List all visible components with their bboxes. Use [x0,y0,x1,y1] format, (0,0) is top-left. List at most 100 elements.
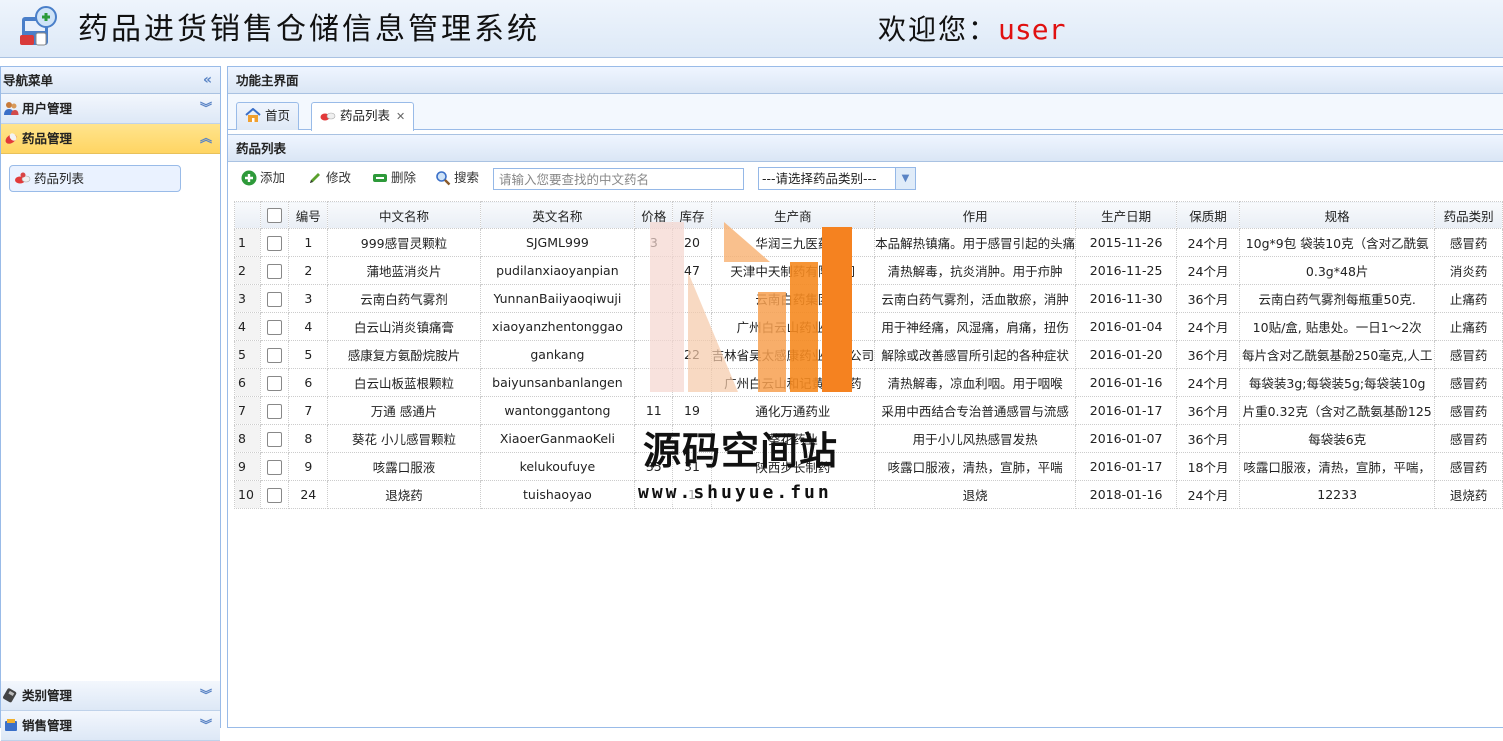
column-header[interactable]: 药品类别 [1434,201,1503,229]
row-select-cell[interactable] [260,368,290,397]
table-cell: YunnanBaiiyaoqiwuji [479,284,636,313]
column-header[interactable]: 规格 [1238,201,1436,229]
expand-chevron-icon[interactable]: ︾ [200,94,212,123]
row-select-cell[interactable] [260,284,290,313]
column-header[interactable]: 库存 [672,201,712,229]
table-row[interactable]: 1 1 999感冒灵颗粒 SJGML999 3 20 华润三九医药 本品解热镇痛。用于感冒引起… [233,228,1503,257]
table-row[interactable]: 6 6 白云山板蓝根颗粒 baiyunsanbanlangen 广州白云山和记黄埔中药清… [233,368,1503,397]
search-input[interactable] [493,168,744,190]
table-cell: 36个月 [1176,396,1240,425]
table-cell: 0.3g*48片 [1238,256,1436,285]
row-checkbox[interactable] [267,403,283,419]
table-row[interactable]: 5 5 感康复方氨酚烷胺片 gankang 22 吉林省吴太感康药业有限公司 解除或改善感冒… [233,340,1503,369]
row-checkbox[interactable] [267,235,283,251]
row-checkbox[interactable] [267,347,283,363]
table-cell: 每袋装6克 [1238,424,1436,453]
table-cell: 用于小儿风热感冒发热 [874,424,1077,453]
row-number: 6 [233,368,262,397]
category-select[interactable]: ---请选择药品类别--- ▼ [758,167,916,190]
table-cell: kelukoufuye [479,452,636,481]
row-select-cell[interactable] [260,480,290,509]
table-cell: 咳露口服液，清热，宣肺，平喘， [1238,452,1436,481]
table-cell: 3 [288,284,329,313]
table-cell: pudilanxiaoyanpian [479,256,636,285]
column-header[interactable]: 中文名称 [327,201,481,229]
main-panel: 功能主界面 首页 药品列表 ✕ 药品列表 添加 修改 删除 搜索 请输入您要查找… [227,66,1503,728]
row-number: 8 [233,424,262,453]
expand-chevron-icon[interactable]: ︾ [200,681,212,710]
row-select-cell[interactable] [260,228,290,257]
table-row[interactable]: 2 2 蒲地蓝消炎片 pudilanxiaoyanpian 47 天津中天制药有限公司 清热… [233,256,1503,285]
table-row[interactable]: 3 3 云南白药气雾剂 YunnanBaiiyaoqiwuji 云南白药集团 云南白药气雾… [233,284,1503,313]
tab-label: 首页 [265,108,291,123]
table-cell: 白云山消炎镇痛膏 [327,312,481,341]
table-row[interactable]: 8 8 葵花 小儿感冒颗粒 XiaoerGanmaoKeli 葵花药业 用于小儿风热感冒发… [233,424,1503,453]
row-select-cell[interactable] [260,256,290,285]
category-select-value: ---请选择药品类别--- [762,171,877,186]
column-header[interactable]: 英文名称 [479,201,636,229]
column-header[interactable]: 生产商 [710,201,876,229]
table-cell: 咳露口服液，清热，宣肺，平喘 [874,452,1077,481]
row-select-cell[interactable] [260,424,290,453]
row-select-cell[interactable] [260,396,290,425]
table-cell: 2016-01-04 [1075,312,1178,341]
table-cell: 4 [288,312,329,341]
row-select-cell[interactable] [260,340,290,369]
table-cell: 24个月 [1176,228,1240,257]
table-cell: 云南白药气雾剂，活血散瘀，消肿 [874,284,1077,313]
edit-button[interactable]: 修改 [307,169,351,189]
pencil-icon [310,173,320,183]
column-header[interactable]: 保质期 [1176,201,1240,229]
select-all-header[interactable] [260,201,290,229]
tab-drug-list[interactable]: 药品列表 ✕ [311,102,415,131]
table-cell: 天津中天制药有限公司 [710,256,876,285]
row-number: 7 [233,396,262,425]
row-select-cell[interactable] [260,452,290,481]
search-button[interactable]: 搜索 [435,169,479,189]
table-row[interactable]: 9 9 咳露口服液 kelukoufuye 35 31 陕西步长制药 咳露口服液，清热，宣肺，… [233,452,1503,481]
table-row[interactable]: 1024退烧药tuishaoyao1退烧2018-01-1624个月12233退… [233,480,1503,509]
close-tab-icon[interactable]: ✕ [396,110,405,123]
table-cell: 葵花 小儿感冒颗粒 [327,424,481,453]
row-checkbox[interactable] [267,459,283,475]
section-sales-management[interactable]: 销售管理 ︾ [1,711,220,741]
table-cell: 2016-11-30 [1075,284,1178,313]
expand-chevron-icon[interactable]: ︾ [200,711,212,740]
table-cell: 吉林省吴太感康药业有限公司 [710,340,876,369]
collapse-chevron-icon[interactable]: ︽ [200,124,212,153]
table-cell: 解除或改善感冒所引起的各种症状 [874,340,1077,369]
row-checkbox[interactable] [267,291,283,307]
row-checkbox[interactable] [267,431,283,447]
collapse-sidebar-icon[interactable]: « [203,67,212,94]
table-cell: 感冒药 [1434,368,1503,397]
table-cell: 999感冒灵颗粒 [327,228,481,257]
section-category-management[interactable]: 类别管理 ︾ [1,681,220,711]
section-drug-management[interactable]: 药品管理 ︽ [1,124,220,154]
delete-button[interactable]: 删除 [372,169,416,189]
row-checkbox[interactable] [267,263,283,279]
table-cell: 感冒药 [1434,424,1503,453]
row-checkbox[interactable] [267,487,283,503]
table-row[interactable]: 7 7 万通 感通片 wantonggantong 11 19 通化万通药业 采用中西结合专治… [233,396,1503,425]
tab-home[interactable]: 首页 [236,102,300,130]
select-all-checkbox[interactable] [267,208,283,223]
table-cell: 9 [288,452,329,481]
sidebar-item-drug-list[interactable]: 药品列表 [9,165,181,192]
row-checkbox[interactable] [267,375,283,391]
table-cell: 7 [288,396,329,425]
chevron-down-icon[interactable]: ▼ [895,168,915,189]
add-button[interactable]: 添加 [241,169,285,189]
column-header[interactable]: 编号 [288,201,329,229]
row-number: 5 [233,340,262,369]
column-header[interactable]: 价格 [634,201,674,229]
users-icon [4,102,19,115]
table-row[interactable]: 4 4 白云山消炎镇痛膏 xiaoyanzhentonggao 广州白云山药业股份 用于神… [233,312,1503,341]
table-cell: 10g*9包 袋装10克（含对乙酰氨 [1238,228,1436,257]
home-icon [245,108,261,122]
section-user-management[interactable]: 用户管理 ︾ [1,94,220,124]
row-select-cell[interactable] [260,312,290,341]
column-header[interactable]: 生产日期 [1075,201,1178,229]
row-checkbox[interactable] [267,319,283,335]
column-header[interactable]: 作用 [874,201,1077,229]
sidebar-header: 导航菜单 « [1,67,220,94]
